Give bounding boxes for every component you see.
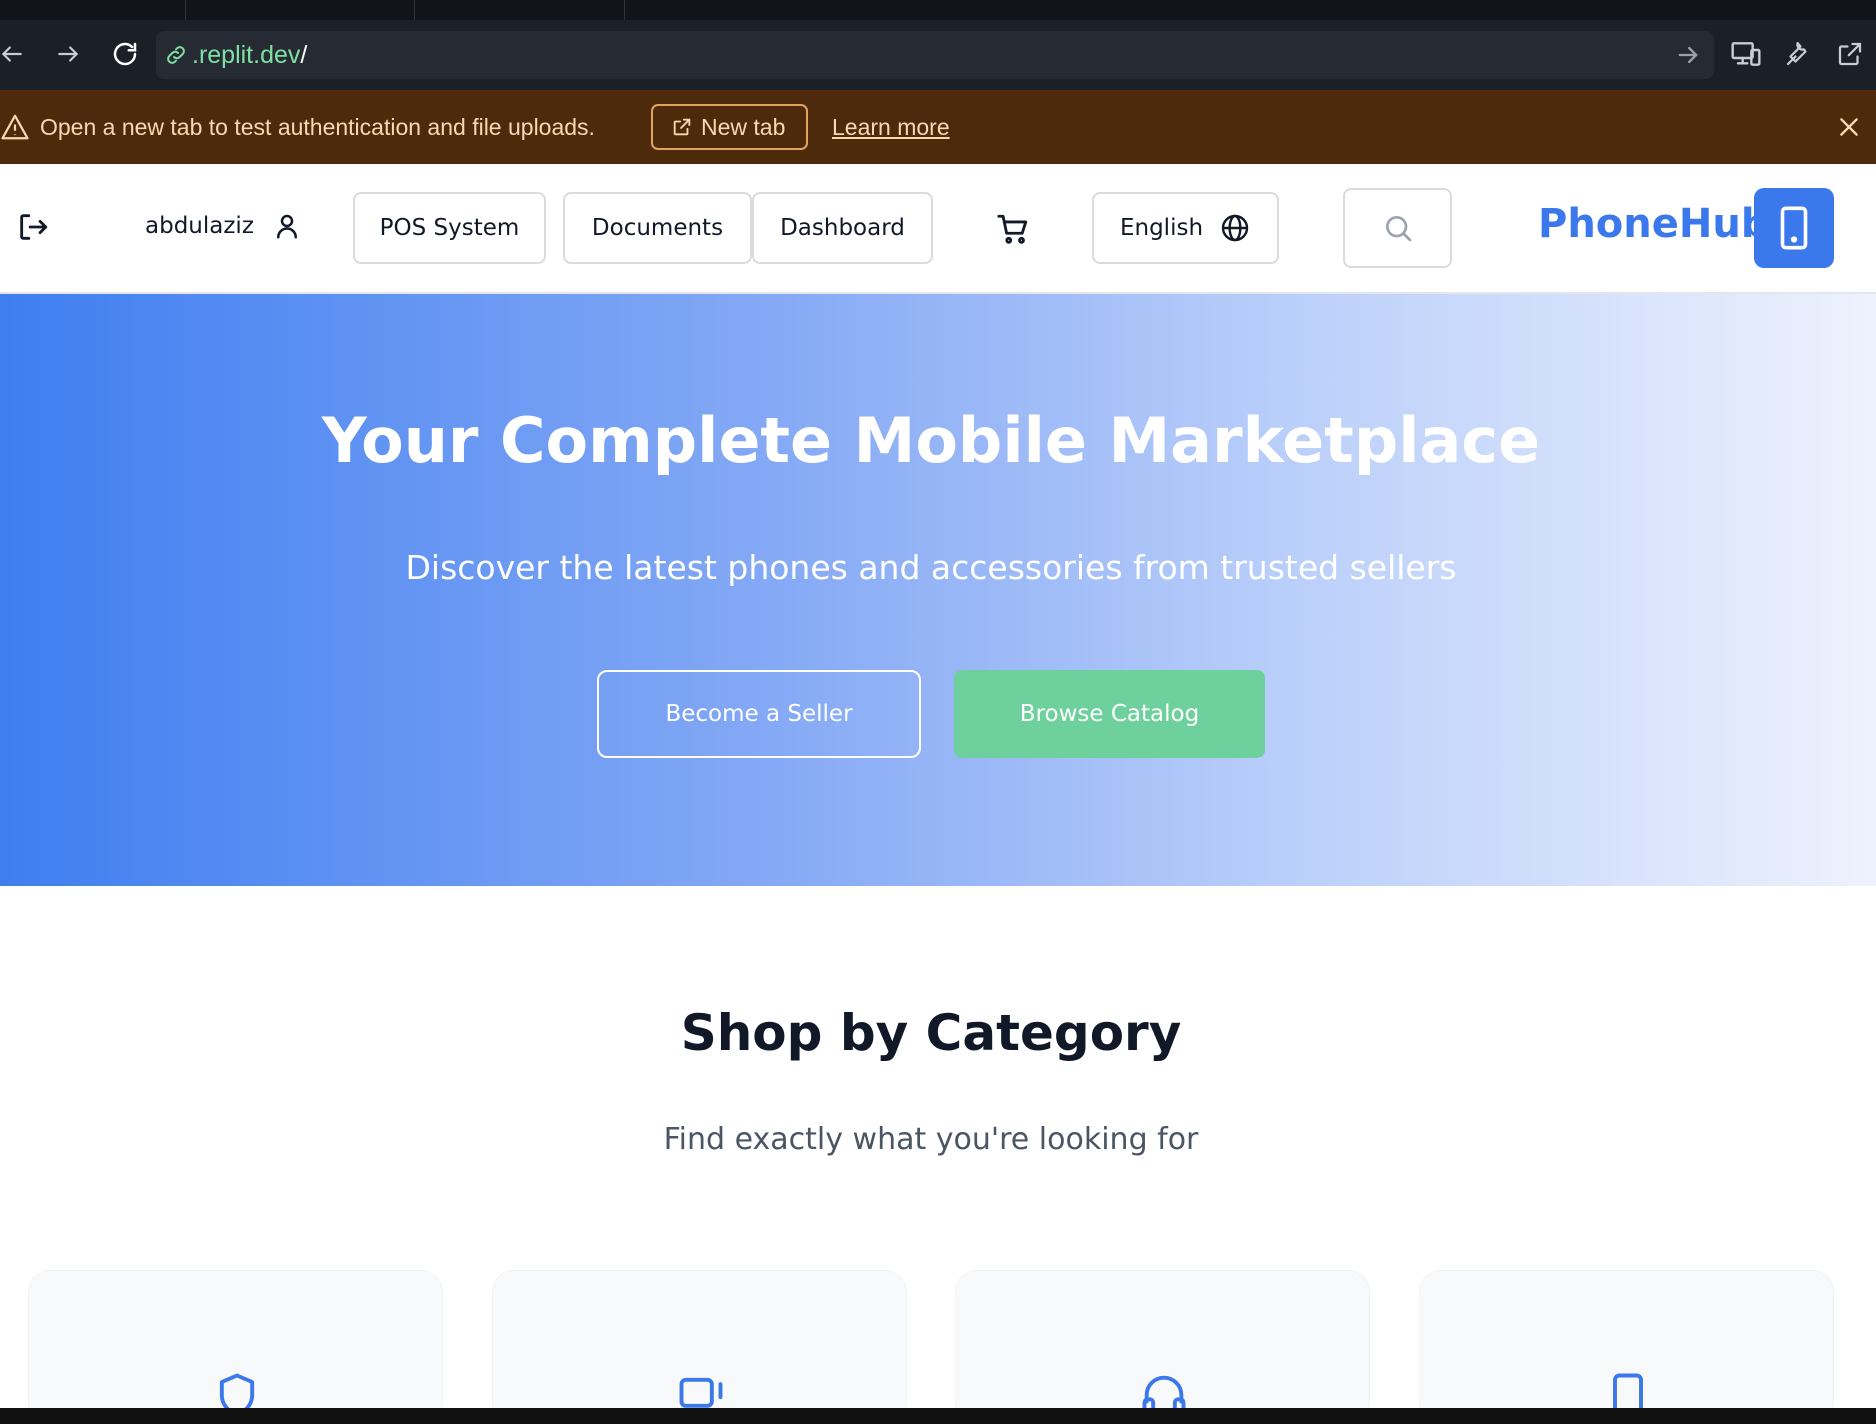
category-section-title: Shop by Category	[680, 1004, 1182, 1062]
nav-documents-button[interactable]: Documents	[563, 192, 752, 264]
user-icon	[276, 214, 297, 239]
url-text[interactable]: .replit.dev/	[192, 31, 307, 79]
hero-section: Your Complete Mobile Marketplace Discove…	[0, 294, 1876, 886]
auth-warning-banner: Open a new tab to test authentication an…	[0, 90, 1876, 164]
hero-title: Your Complete Mobile Marketplace	[321, 404, 1541, 477]
warning-icon	[1, 114, 29, 140]
user-menu[interactable]: abdulaziz	[145, 204, 302, 248]
hero-subtitle: Discover the latest phones and accessori…	[405, 548, 1457, 587]
open-external-icon[interactable]	[1830, 34, 1870, 74]
address-bar[interactable]: .replit.dev/	[156, 31, 1714, 79]
category-card[interactable]	[492, 1270, 907, 1424]
category-card[interactable]	[1419, 1270, 1834, 1424]
language-selector[interactable]: English	[1092, 192, 1279, 264]
go-arrow-icon[interactable]	[1674, 41, 1702, 69]
brand-logo[interactable]	[1754, 188, 1834, 268]
search-icon	[1385, 216, 1411, 242]
url-path: /	[300, 41, 308, 69]
browser-tab-strip	[0, 0, 1876, 20]
globe-icon	[1221, 214, 1249, 242]
category-card[interactable]	[28, 1270, 443, 1424]
url-host: .replit.dev	[192, 41, 301, 69]
smartphone-icon	[1780, 206, 1808, 250]
browser-tab[interactable]	[0, 0, 186, 20]
browse-catalog-button[interactable]: Browse Catalog	[954, 670, 1265, 758]
wrench-icon[interactable]	[1778, 34, 1818, 74]
username-label: abdulaziz	[145, 213, 254, 239]
browser-tab[interactable]	[186, 0, 415, 20]
close-icon[interactable]	[1836, 114, 1862, 140]
logout-icon[interactable]	[16, 210, 50, 244]
browser-tab[interactable]	[415, 0, 625, 20]
category-section-subtitle: Find exactly what you're looking for	[663, 1122, 1199, 1157]
become-seller-button[interactable]: Become a Seller	[597, 670, 921, 758]
new-tab-label: New tab	[701, 113, 786, 140]
nav-dashboard-button[interactable]: Dashboard	[752, 192, 933, 264]
category-card[interactable]	[955, 1270, 1370, 1424]
browser-toolbar: .replit.dev/	[0, 20, 1876, 90]
nav-pos-system-button[interactable]: POS System	[353, 192, 546, 264]
new-tab-button[interactable]: New tab	[651, 104, 808, 150]
site-header: abdulaziz POS System Documents Dashboard…	[0, 164, 1876, 294]
forward-icon[interactable]	[48, 34, 88, 74]
external-link-icon	[673, 118, 691, 136]
learn-more-link[interactable]: Learn more	[832, 90, 950, 164]
window-bottom-edge	[0, 1408, 1876, 1424]
devices-icon[interactable]	[1726, 34, 1766, 74]
back-icon[interactable]	[0, 34, 32, 74]
search-button[interactable]	[1343, 188, 1452, 268]
reload-icon[interactable]	[105, 34, 145, 74]
cart-icon[interactable]	[996, 212, 1030, 246]
banner-message: Open a new tab to test authentication an…	[40, 114, 595, 140]
link-icon	[167, 46, 185, 64]
language-label: English	[1119, 215, 1204, 241]
brand-name[interactable]: PhoneHub	[1538, 194, 1769, 254]
